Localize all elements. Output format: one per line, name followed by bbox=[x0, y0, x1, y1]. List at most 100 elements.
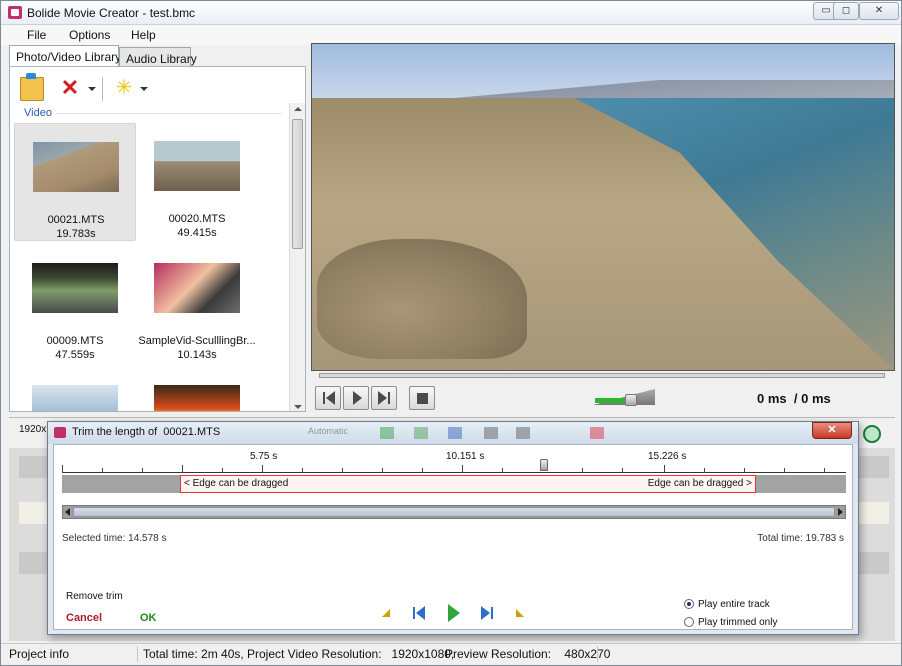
volume-slider[interactable] bbox=[593, 389, 655, 406]
trim-skip-start-button[interactable] bbox=[410, 603, 430, 623]
status-bar: Project info Total time: 2m 40s, Project… bbox=[1, 643, 901, 665]
library-item-partial[interactable] bbox=[136, 367, 258, 411]
window-title: Bolide Movie Creator - test.bmc bbox=[27, 6, 196, 20]
seek-bar[interactable] bbox=[319, 373, 885, 378]
scroll-up-icon[interactable] bbox=[294, 107, 302, 111]
ruler-tick bbox=[102, 468, 103, 473]
skip-to-end-button[interactable] bbox=[371, 386, 397, 410]
ok-button[interactable]: OK bbox=[140, 612, 157, 624]
trim-play-button[interactable] bbox=[444, 603, 464, 623]
library-item-00020[interactable]: 00020.MTS 49.415s bbox=[136, 123, 258, 241]
dialog-body: 5.75 s 10.151 s 15.226 s < Edge can be d… bbox=[53, 444, 853, 630]
trim-track: < Edge can be dragged Edge can be dragge… bbox=[62, 475, 846, 493]
remove-icon[interactable]: ✕ bbox=[58, 77, 82, 101]
mark-in-icon[interactable] bbox=[382, 609, 390, 617]
app-logo-icon bbox=[8, 6, 22, 19]
library-item-00021[interactable]: 00021.MTS 19.783s bbox=[14, 123, 136, 241]
scroll-thumb[interactable] bbox=[292, 119, 303, 249]
library-item-partial[interactable] bbox=[14, 367, 136, 411]
play-trimmed-only-radio[interactable] bbox=[684, 617, 694, 627]
add-folder-icon[interactable] bbox=[20, 73, 44, 101]
mark-out-icon[interactable] bbox=[516, 609, 524, 617]
ghost-volume-icon bbox=[516, 427, 530, 439]
ruler-baseline bbox=[62, 472, 846, 473]
trim-skip-end-button[interactable] bbox=[478, 603, 498, 623]
skip-start-bar-icon bbox=[413, 607, 415, 619]
video-preview[interactable] bbox=[311, 43, 895, 371]
right-edge-handle[interactable]: Edge can be dragged > bbox=[648, 478, 752, 489]
close-window-button[interactable]: ✕ bbox=[859, 2, 899, 20]
time-ruler: 5.75 s 10.151 s 15.226 s bbox=[62, 451, 846, 473]
library-item-00009[interactable]: 00009.MTS 47.559s bbox=[14, 245, 136, 363]
item-duration: 49.415s bbox=[177, 227, 217, 239]
video-thumbnail bbox=[154, 263, 240, 313]
ghost-text-icon bbox=[448, 427, 462, 439]
remove-dropdown-arrow-icon[interactable] bbox=[88, 87, 96, 91]
item-name: 00021.MTS bbox=[47, 214, 105, 226]
toolbar-separator bbox=[102, 77, 103, 101]
library-toolbar: ✕ ✳ bbox=[16, 73, 286, 103]
status-divider bbox=[597, 646, 598, 662]
dialog-close-button[interactable]: ✕ bbox=[812, 422, 852, 439]
zoom-icon[interactable] bbox=[863, 425, 881, 443]
app-window: Bolide Movie Creator - test.bmc ▭ ◻ ✕ Fi… bbox=[0, 0, 902, 666]
play-entire-track-label[interactable]: Play entire track bbox=[698, 599, 770, 610]
menu-help[interactable]: Help bbox=[131, 28, 156, 42]
volume-knob[interactable] bbox=[625, 394, 637, 406]
ruler-tick bbox=[704, 468, 705, 473]
ruler-tick bbox=[222, 468, 223, 473]
skip-end-arrow-icon bbox=[481, 606, 490, 620]
ruler-tick bbox=[582, 468, 583, 473]
tab-photo-video-library[interactable]: Photo/Video Library bbox=[9, 45, 121, 67]
ruler-tick bbox=[784, 468, 785, 473]
ruler-tick bbox=[664, 465, 665, 473]
ruler-tick bbox=[422, 468, 423, 473]
total-time: / 0 ms bbox=[793, 391, 831, 406]
skip-end-arrow-icon bbox=[378, 391, 387, 405]
skip-start-arrow-icon bbox=[326, 391, 335, 405]
maximize-button[interactable]: ◻ bbox=[833, 2, 859, 20]
cancel-button[interactable]: Cancel bbox=[66, 612, 102, 624]
effects-dropdown-arrow-icon[interactable] bbox=[140, 87, 148, 91]
ruler-tick bbox=[502, 468, 503, 473]
background-toolbar-ghost: Automatic bbox=[298, 426, 604, 440]
item-duration: 47.559s bbox=[55, 349, 95, 361]
library-scrollbar[interactable] bbox=[289, 103, 305, 411]
title-bar: Bolide Movie Creator - test.bmc ▭ ◻ ✕ bbox=[1, 1, 901, 25]
play-trimmed-only-label[interactable]: Play trimmed only bbox=[698, 617, 777, 628]
effects-icon[interactable]: ✳ bbox=[112, 77, 136, 101]
trim-scrollbar[interactable] bbox=[62, 505, 846, 519]
scroll-right-icon[interactable] bbox=[838, 508, 843, 516]
item-name: SampleVid-SculllingBr... bbox=[138, 335, 256, 347]
status-project-info: Project info bbox=[9, 647, 70, 661]
play-button[interactable] bbox=[343, 386, 369, 410]
ruler-tick bbox=[342, 468, 343, 473]
preview-sandcastle bbox=[317, 239, 527, 359]
tab-audio-library[interactable]: Audio Library bbox=[119, 47, 197, 67]
item-duration: 10.143s bbox=[177, 349, 217, 361]
library-panel: ✕ ✳ Video 00021.MTS 19.783s 00020.MTS 49… bbox=[9, 66, 306, 412]
skip-end-bar-icon bbox=[491, 607, 493, 619]
play-entire-track-radio[interactable] bbox=[684, 599, 694, 609]
ruler-label: 15.226 s bbox=[648, 451, 687, 462]
menu-bar: File Options Help bbox=[1, 25, 901, 45]
ruler-tick bbox=[462, 465, 463, 473]
ruler-tick bbox=[142, 468, 143, 473]
left-edge-handle[interactable]: < Edge can be dragged bbox=[184, 478, 288, 489]
video-thumbnail bbox=[32, 385, 118, 411]
scroll-thumb[interactable] bbox=[73, 507, 835, 517]
playhead-handle[interactable] bbox=[540, 459, 548, 471]
scroll-down-icon[interactable] bbox=[294, 405, 302, 409]
trim-selection[interactable]: < Edge can be dragged Edge can be dragge… bbox=[180, 475, 756, 493]
video-thumbnail bbox=[154, 385, 240, 411]
menu-file[interactable]: File bbox=[27, 28, 46, 42]
scroll-left-icon[interactable] bbox=[65, 508, 70, 516]
item-duration: 19.783s bbox=[56, 228, 96, 240]
play-icon bbox=[448, 604, 460, 622]
skip-to-start-button[interactable] bbox=[315, 386, 341, 410]
timeline-resolution: 1920x bbox=[19, 424, 47, 435]
menu-options[interactable]: Options bbox=[69, 28, 110, 42]
remove-trim-button[interactable]: Remove trim bbox=[66, 591, 123, 602]
stop-button[interactable] bbox=[409, 386, 435, 410]
library-item-samplevid[interactable]: SampleVid-SculllingBr... 10.143s bbox=[136, 245, 258, 363]
